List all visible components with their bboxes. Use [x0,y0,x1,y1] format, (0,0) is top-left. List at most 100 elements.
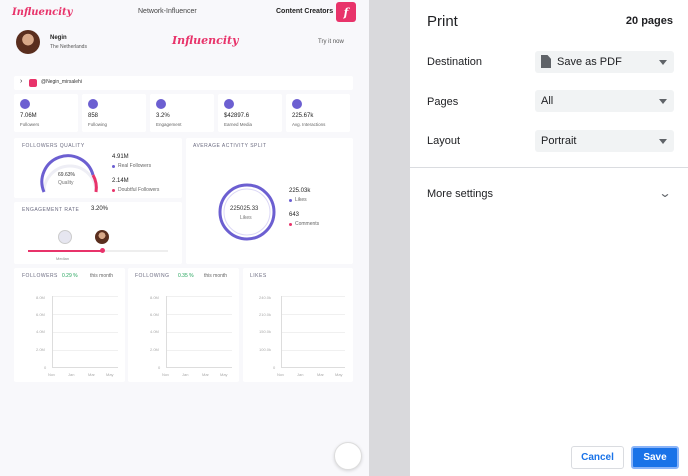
delta-suffix: this month [204,273,228,279]
chevron-down-icon [659,60,667,65]
card-title: AVERAGE ACTIVITY SPLIT [193,143,267,149]
likes-value: 225.03k [289,188,311,194]
quality-label: Quality [58,180,74,186]
y-tick: 8.0M [36,295,45,300]
chevron-down-icon [659,99,667,104]
followers-chart-card: FOLLOWERS 0.29 % this month 8.0M 6.0M 4.… [14,268,125,382]
chart-grid [52,296,118,368]
card-title: FOLLOWERS QUALITY [22,143,85,149]
x-tick: Mar [202,372,209,377]
stat-value: $42897.6 [224,113,250,119]
y-tick: 4.0M [36,329,45,334]
y-tick: 8.0M [150,295,159,300]
y-tick: 6.0M [150,312,159,317]
legend-dot [112,189,115,192]
print-title: Print [427,13,458,30]
pages-value: All [541,95,554,107]
x-tick: Nov [48,372,56,377]
stat-value: 858 [88,113,99,119]
destination-select[interactable]: Save as PDF [535,51,674,73]
engagement-rate-card: ENGAGEMENT RATE 3.20% Median [14,202,182,264]
likes-label: Likes [295,197,307,203]
doubtful-followers-label: Doubtful Followers [118,187,160,193]
y-tick: 210.0k [259,312,272,317]
chevron-right-icon: › [20,78,23,85]
layout-label: Layout [427,135,461,147]
chevron-down-icon [659,139,667,144]
preview-divider [369,0,410,476]
destination-label: Destination [427,56,483,68]
y-tick: 0 [158,365,161,370]
comments-label: Comments [295,221,320,227]
x-tick: Jan [297,372,304,377]
x-tick: Jan [68,372,75,377]
stat-card-followers: 7.06M Followers [14,94,78,132]
quality-percent: 69.63% [58,172,75,178]
brand-logo: Influencity [172,34,239,47]
brand-logo-small: Influencity [12,7,73,18]
stat-card-interactions: 225.67k Avg. Interactions [286,94,350,132]
real-followers-label: Real Followers [118,163,152,169]
y-tick: 6.0M [36,312,45,317]
x-tick: May [106,372,114,377]
card-title: FOLLOWING [135,273,170,279]
engagement-marker [100,248,105,253]
cancel-button[interactable]: Cancel [571,446,624,469]
x-tick: Mar [317,372,324,377]
doubtful-followers-value: 2.14M [112,178,129,184]
chevron-down-icon[interactable]: ⌄ [658,186,671,200]
layout-select[interactable]: Portrait [535,130,674,152]
destination-value: Save as PDF [557,56,622,68]
pages-select[interactable]: All [535,90,674,112]
legend-dot [112,165,115,168]
profile-location: The Netherlands [50,44,87,50]
preview-page: Influencity Network-Influencer Content C… [0,0,369,476]
x-tick: May [220,372,228,377]
engagement-fill [28,250,102,252]
engagement-value: 3.20% [91,206,109,212]
card-title: ENGAGEMENT RATE [22,207,80,213]
more-settings-toggle[interactable]: More settings [427,188,493,200]
y-tick: 4.0M [150,329,159,334]
x-tick: Jan [182,372,189,377]
chart-grid [281,296,345,368]
target-icon [156,99,166,109]
stat-label: Earned Media [224,122,253,127]
card-title: FOLLOWERS [22,273,58,279]
thumbs-up-icon [292,99,302,109]
likes-chart-card: LIKES 240.0k 210.0k 150.0k 100.0k 0 Nov … [243,268,353,382]
median-user-icon [58,230,72,244]
floating-action-button[interactable] [334,442,362,470]
following-chart-card: FOLLOWING 0.35 % this month 8.0M 6.0M 4.… [128,268,239,382]
nav-content-creators: Content Creators [276,8,334,15]
handle-bar: › @Negin_mirsalehi [14,76,353,90]
median-label: Median [56,256,70,261]
print-preview-pane[interactable]: Influencity Network-Influencer Content C… [0,0,369,476]
x-tick: Nov [162,372,170,377]
activity-split-card: AVERAGE ACTIVITY SPLIT 225025.33 Likes 2… [186,138,353,264]
stat-value: 3.2% [156,113,170,119]
stat-value: 7.06M [20,113,37,119]
x-tick: Nov [277,372,285,377]
print-settings-panel: Print 20 pages Destination Save as PDF P… [410,0,688,476]
stat-value: 225.67k [292,113,314,119]
page-count: 20 pages [625,15,673,27]
x-tick: Mar [88,372,95,377]
x-tick: May [335,372,343,377]
y-tick: 2.0M [36,347,45,352]
stat-label: Following [88,122,108,127]
delta-suffix: this month [90,273,114,279]
file-icon [541,55,551,68]
avatar [16,30,40,54]
chart-grid [166,296,232,368]
user-icon [20,99,30,109]
brand-logo-icon: f [336,2,356,22]
activity-center-value: 225025.33 [230,206,259,212]
stat-card-engagement: 3.2% Engagement [150,94,214,132]
users-icon [88,99,98,109]
profile-handle: @Negin_mirsalehi [41,79,82,85]
y-tick: 150.0k [259,329,272,334]
save-button[interactable]: Save [631,446,679,469]
stat-card-earned-media: $42897.6 Earned Media [218,94,282,132]
activity-donut [218,183,276,241]
